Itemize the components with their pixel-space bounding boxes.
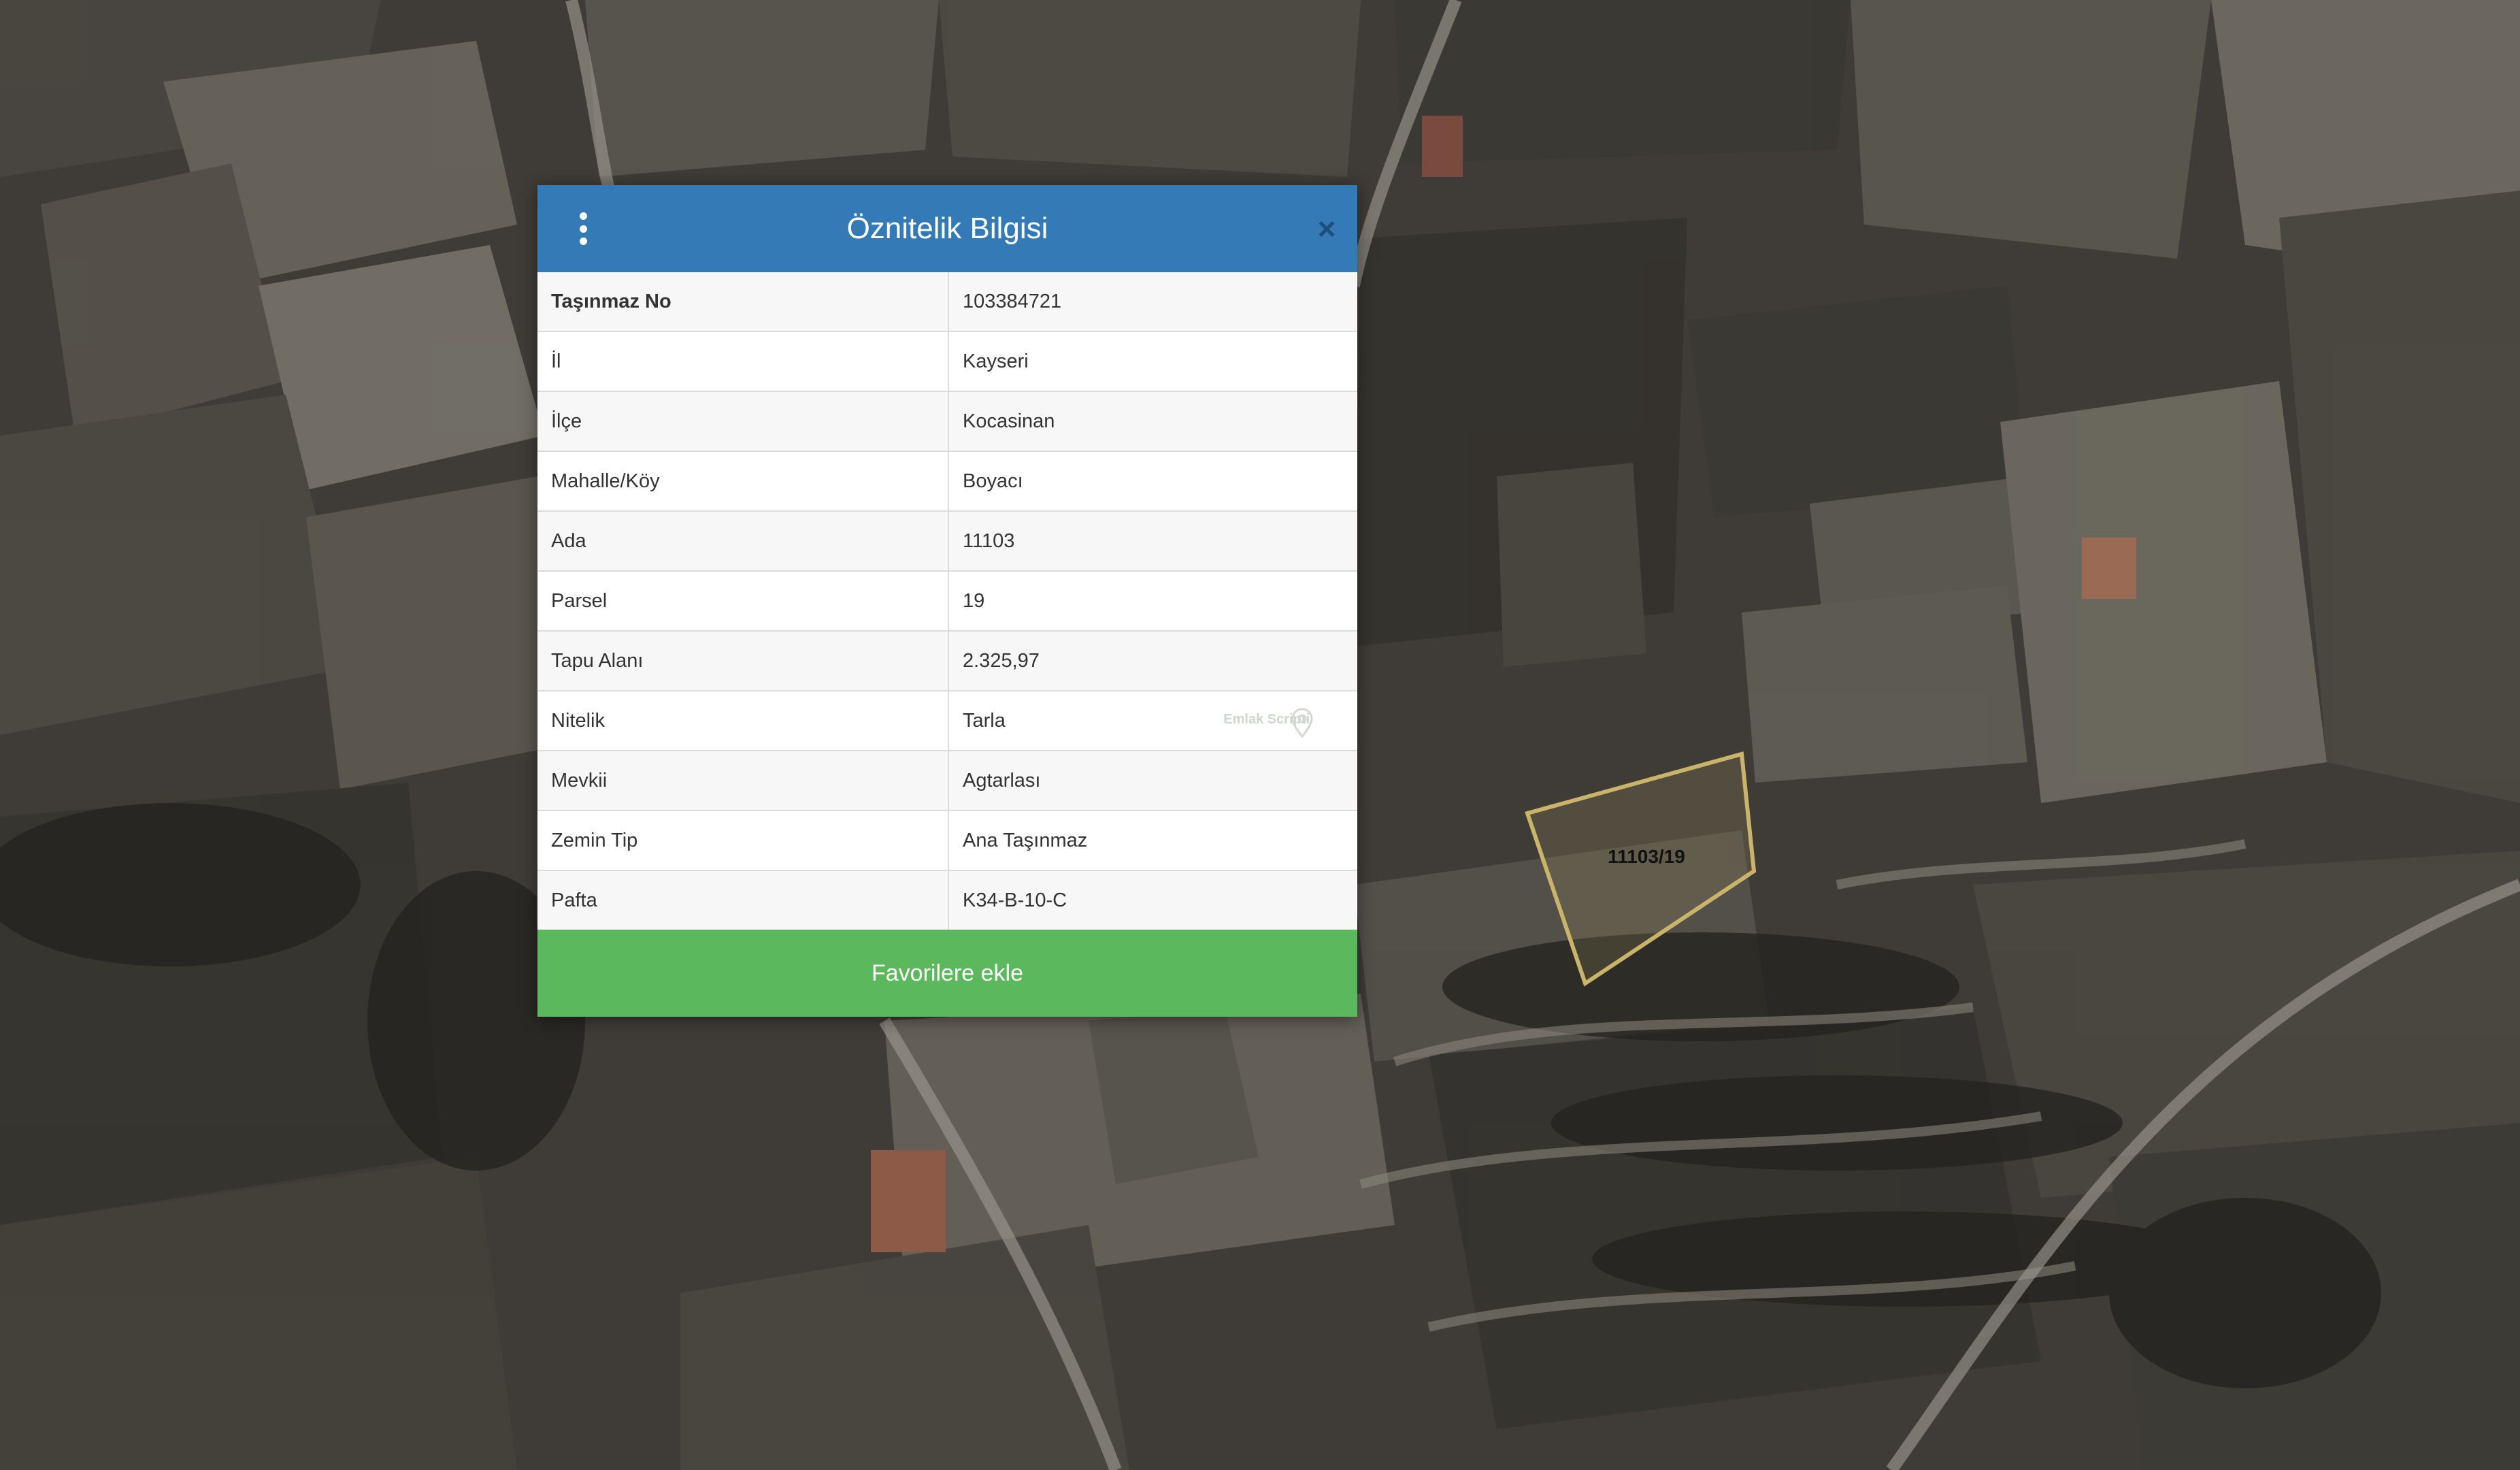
table-row: İlçe Kocasinan — [537, 391, 1357, 451]
add-to-favorites-button[interactable]: Favorilere ekle — [537, 930, 1357, 1017]
row-value: Kayseri — [948, 331, 1357, 391]
dialog-header: Öznitelik Bilgisi × — [537, 185, 1357, 272]
row-key: Tapu Alanı — [537, 630, 949, 691]
kebab-menu-icon[interactable] — [573, 212, 593, 245]
table-row: Parsel 19 — [537, 570, 1357, 631]
attribute-dialog: Öznitelik Bilgisi × Taşınmaz No 103384721… — [537, 185, 1357, 1017]
row-value: Agtarlası — [948, 750, 1357, 811]
row-value: 103384721 — [948, 272, 1357, 331]
close-icon[interactable]: × — [1311, 211, 1342, 246]
parcel-label: 11103/19 — [1608, 846, 1685, 867]
row-value: 11103 — [948, 510, 1357, 571]
table-row: Mahalle/Köy Boyacı — [537, 451, 1357, 511]
table-row: Tapu Alanı 2.325,97 — [537, 630, 1357, 691]
row-key: Zemin Tip — [537, 810, 949, 870]
row-key: Pafta — [537, 870, 949, 930]
row-value: Kocasinan — [948, 391, 1357, 451]
row-value-text: Tarla — [963, 709, 1006, 732]
table-row: Nitelik Tarla Emlak Scripti — [537, 690, 1357, 751]
row-key: Ada — [537, 510, 949, 571]
map-pin-icon — [1291, 708, 1313, 738]
row-key: İlçe — [537, 391, 949, 451]
row-value: Tarla Emlak Scripti — [948, 690, 1357, 751]
table-row: Ada 11103 — [537, 510, 1357, 571]
table-row: İl Kayseri — [537, 331, 1357, 391]
row-key: Taşınmaz No — [537, 272, 949, 331]
attribute-table: Taşınmaz No 103384721 İl Kayseri İlçe Kocas… — [537, 272, 1357, 930]
row-key: Nitelik — [537, 690, 949, 751]
row-value: 19 — [948, 570, 1357, 631]
table-row: Mevkii Agtarlası — [537, 750, 1357, 811]
row-value: Boyacı — [948, 451, 1357, 511]
row-value: 2.325,97 — [948, 630, 1357, 691]
row-key: Mahalle/Köy — [537, 451, 949, 511]
table-row: Taşınmaz No 103384721 — [537, 272, 1357, 331]
table-row: Zemin Tip Ana Taşınmaz — [537, 810, 1357, 870]
row-value: K34-B-10-C — [948, 870, 1357, 930]
row-key: Mevkii — [537, 750, 949, 811]
row-key: İl — [537, 331, 949, 391]
table-row: Pafta K34-B-10-C — [537, 870, 1357, 930]
row-value: Ana Taşınmaz — [948, 810, 1357, 870]
dialog-title: Öznitelik Bilgisi — [846, 212, 1048, 245]
row-key: Parsel — [537, 570, 949, 631]
